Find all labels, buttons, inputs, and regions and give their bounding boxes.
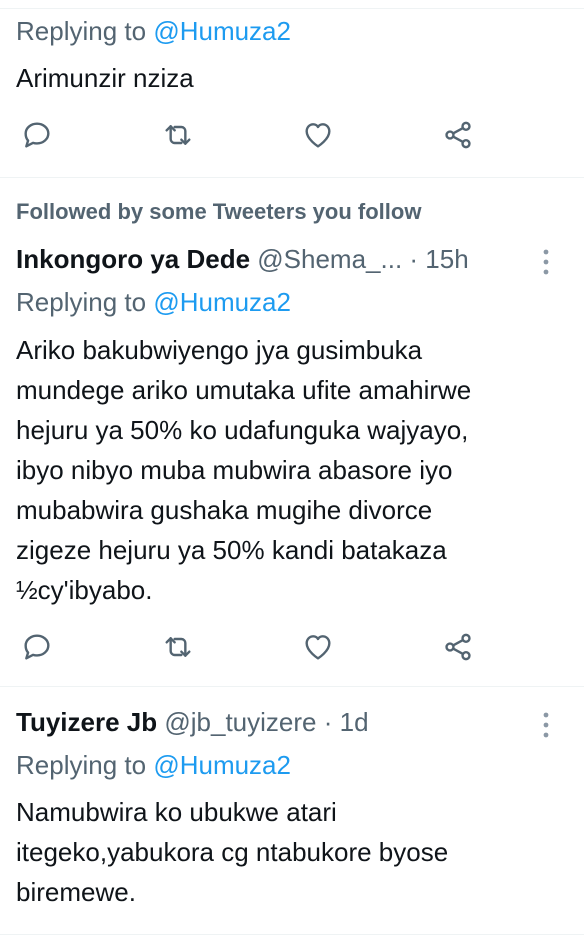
retweet-icon <box>165 125 191 145</box>
display-name[interactable]: Tuyizere Jb <box>16 707 157 737</box>
divider <box>0 686 584 687</box>
divider <box>0 934 584 935</box>
replying-handle-link[interactable]: @Humuza2 <box>153 750 291 780</box>
replying-handle-link[interactable]: @Humuza2 <box>153 287 291 317</box>
tweet-text: Ariko bakubwiyengo jya gusimbuka mundege… <box>16 330 576 610</box>
tweet-text: Arimunzir nziza <box>16 63 194 93</box>
tweet-text-line: Namubwira ko ubukwe atari <box>16 797 337 827</box>
replying-prefix: Replying to <box>16 16 147 46</box>
tweet-text: Namubwira ko ubukwe atari itegeko,yabuko… <box>16 792 576 912</box>
tweet-header: Inkongoro ya Dede @Shema_... · 15h <box>16 244 469 275</box>
retweet-button[interactable] <box>158 627 198 667</box>
tweet-text-line: biremewe. <box>16 877 136 907</box>
replying-prefix: Replying to <box>16 750 147 780</box>
more-icon[interactable] <box>536 247 556 277</box>
reply-button[interactable] <box>17 627 57 667</box>
tweet-text-line: hejuru ya 50% ko udafunguka wajyayo, <box>16 415 469 445</box>
tweet-text-line: itegeko,yabukora cg ntabukore byose <box>16 837 449 867</box>
share-button[interactable] <box>438 627 478 667</box>
tweet-text-line: ibyo nibyo muba mubwira abasore iyo <box>16 455 453 485</box>
replying-prefix: Replying to <box>16 287 147 317</box>
like-button[interactable] <box>298 115 338 155</box>
tweet-text-line: mundege ariko umutaka ufite amahirwe <box>16 375 472 405</box>
reply-icon <box>24 122 50 148</box>
divider <box>0 177 584 178</box>
more-icon[interactable] <box>536 710 556 740</box>
tweet-text-line: mubabwira gushaka mugihe divorce <box>16 495 433 525</box>
share-icon <box>445 121 471 149</box>
tweet-text-line: ½cy'ibyabo. <box>16 575 153 605</box>
share-button[interactable] <box>438 115 478 155</box>
tweet-actions <box>0 627 584 667</box>
share-icon <box>445 633 471 661</box>
display-name[interactable]: Inkongoro ya Dede <box>16 244 250 274</box>
like-icon <box>305 635 331 660</box>
like-icon <box>305 123 331 148</box>
retweet-icon <box>165 637 191 657</box>
divider <box>0 8 584 9</box>
user-handle[interactable]: @Shema_... <box>257 244 402 274</box>
social-context: Followed by some Tweeters you follow <box>16 199 422 224</box>
retweet-button[interactable] <box>158 115 198 155</box>
like-button[interactable] <box>298 627 338 667</box>
reply-button[interactable] <box>17 115 57 155</box>
replying-to: Replying to @Humuza2 <box>16 16 291 47</box>
replying-to: Replying to @Humuza2 <box>16 750 291 781</box>
tweet-time[interactable]: · 1d <box>324 707 369 737</box>
replying-handle-link[interactable]: @Humuza2 <box>153 16 291 46</box>
tweet-text-line: Ariko bakubwiyengo jya gusimbuka <box>16 335 423 365</box>
tweet-text-line: zigeze hejuru ya 50% kandi batakaza <box>16 535 447 565</box>
tweet-time[interactable]: · 15h <box>409 244 468 274</box>
reply-icon <box>24 634 50 660</box>
user-handle[interactable]: @jb_tuyizere <box>164 707 316 737</box>
tweet-header: Tuyizere Jb @jb_tuyizere · 1d <box>16 707 369 738</box>
tweet-actions <box>0 115 584 155</box>
replying-to: Replying to @Humuza2 <box>16 287 291 318</box>
